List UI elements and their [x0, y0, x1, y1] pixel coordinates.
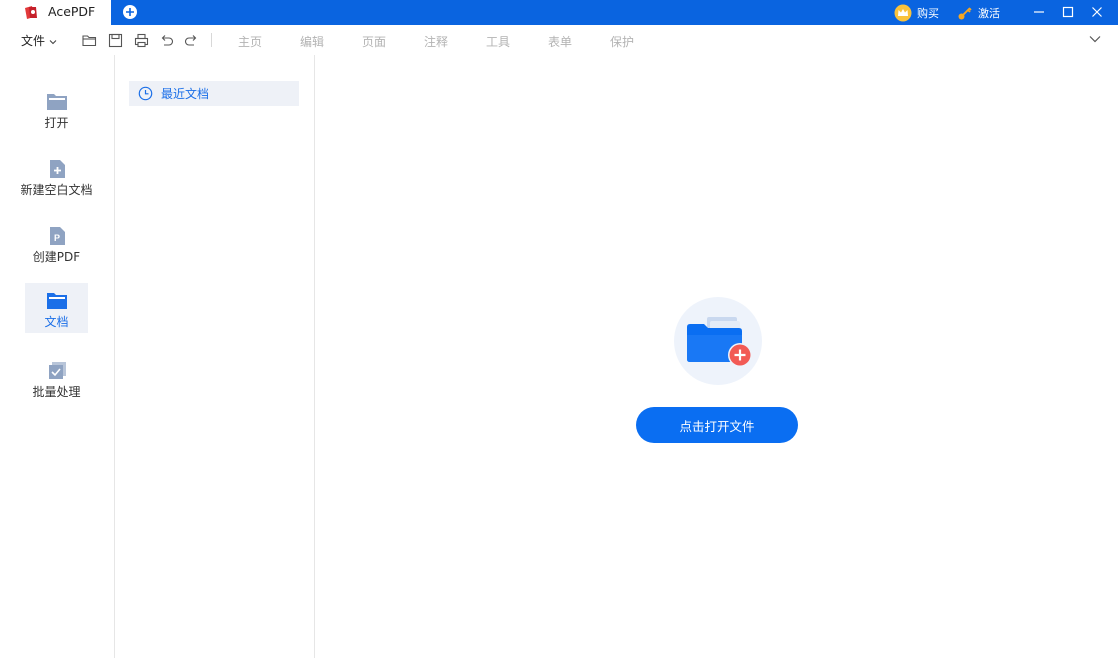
- minimize-icon: [1034, 11, 1044, 13]
- print-icon[interactable]: [134, 33, 149, 48]
- toolbar: 文件 主页 编辑 页面 注释 工具 表单 保护: [0, 25, 1118, 55]
- nav-label-open: 打开: [44, 116, 69, 130]
- clock-icon: [138, 86, 153, 101]
- file-menu-label: 文件: [21, 34, 46, 48]
- tab-tools[interactable]: 工具: [486, 33, 510, 50]
- nav-label-batch: 批量处理: [32, 385, 81, 399]
- maximize-icon: [1062, 6, 1074, 18]
- svg-text:P: P: [54, 233, 60, 243]
- nav-item-documents[interactable]: 文档: [25, 283, 88, 333]
- title-bar: AcePDF 购买 激活: [0, 0, 1118, 25]
- folder-plus-icon: [687, 317, 752, 367]
- close-icon: [1092, 7, 1102, 17]
- toolbar-divider: [211, 33, 212, 47]
- tab-title: AcePDF: [48, 4, 96, 19]
- nav-item-create-pdf[interactable]: P 创建PDF: [25, 218, 88, 268]
- chevron-down-icon: [49, 39, 57, 44]
- nav-item-open[interactable]: 打开: [25, 84, 88, 134]
- nav-label-new-blank: 新建空白文档: [20, 183, 93, 197]
- nav-label-create-pdf: 创建PDF: [32, 250, 81, 264]
- documents-subpanel: 最近文档: [116, 55, 315, 658]
- tab-comment[interactable]: 注释: [424, 33, 448, 50]
- main-content: 点击打开文件: [316, 55, 1118, 658]
- file-menu[interactable]: 文件: [21, 32, 57, 49]
- new-tab-button[interactable]: [123, 5, 137, 19]
- open-file-button[interactable]: 点击打开文件: [636, 407, 798, 443]
- nav-item-batch[interactable]: 批量处理: [25, 353, 88, 403]
- crown-icon: [894, 4, 912, 21]
- tab-protect[interactable]: 保护: [610, 33, 634, 50]
- collapse-ribbon-icon[interactable]: [1088, 32, 1102, 46]
- redo-icon[interactable]: [184, 33, 199, 48]
- recent-documents-item[interactable]: 最近文档: [129, 81, 299, 106]
- save-icon[interactable]: [108, 33, 123, 48]
- nav-rail: 打开 新建空白文档 P 创建PDF 文档 批量处理: [0, 55, 115, 658]
- plus-icon: [126, 8, 134, 16]
- buy-button[interactable]: 购买: [894, 0, 939, 25]
- new-doc-icon: [49, 160, 65, 178]
- documents-icon: [46, 293, 67, 309]
- minimize-button[interactable]: [1031, 4, 1047, 20]
- tab-home[interactable]: 主页: [238, 33, 262, 50]
- folder-icon: [46, 94, 67, 110]
- recent-documents-label: 最近文档: [161, 87, 210, 101]
- create-pdf-icon: P: [49, 227, 65, 245]
- buy-label: 购买: [917, 6, 939, 20]
- acepdf-logo-icon: [25, 6, 37, 19]
- tab-edit[interactable]: 编辑: [300, 33, 324, 50]
- empty-state-illustration: [674, 297, 762, 385]
- tab-page[interactable]: 页面: [362, 33, 386, 50]
- close-button[interactable]: [1089, 4, 1105, 20]
- maximize-button[interactable]: [1060, 4, 1076, 20]
- open-folder-icon[interactable]: [82, 33, 97, 48]
- undo-icon[interactable]: [159, 33, 174, 48]
- tab-form[interactable]: 表单: [548, 33, 572, 50]
- document-tab[interactable]: AcePDF: [0, 0, 111, 25]
- batch-icon: [48, 362, 66, 379]
- nav-label-documents: 文档: [44, 315, 69, 329]
- nav-item-new-blank[interactable]: 新建空白文档: [18, 151, 95, 201]
- activate-button[interactable]: 激活: [957, 0, 1000, 25]
- key-icon: [958, 6, 972, 19]
- activate-label: 激活: [978, 6, 1000, 20]
